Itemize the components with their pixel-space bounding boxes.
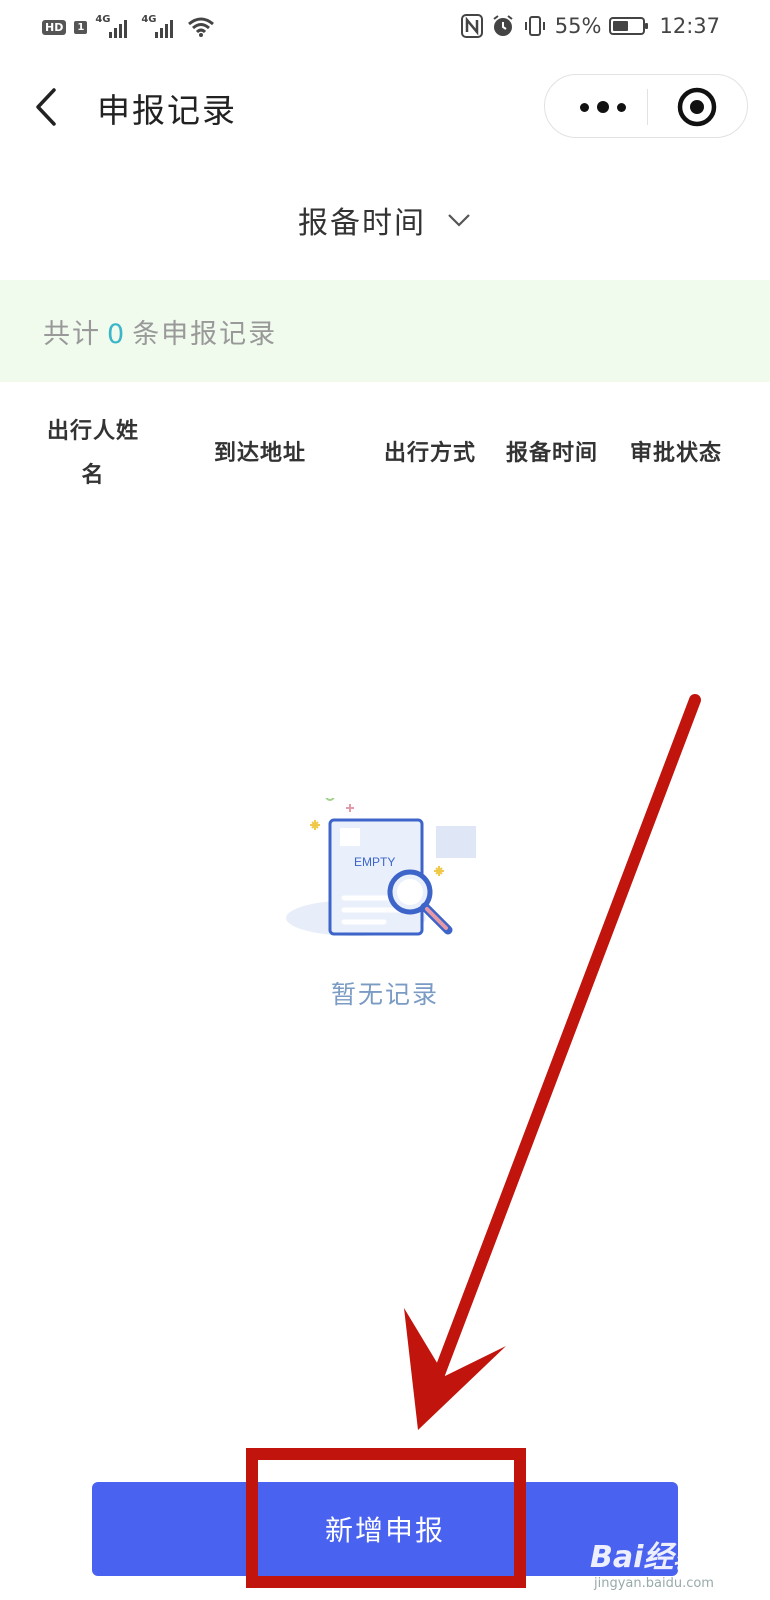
record-count: 0 — [107, 319, 127, 350]
vibrate-icon — [524, 16, 545, 36]
summary-prefix: 共计 — [43, 319, 101, 350]
capsule-divider — [647, 89, 648, 125]
battery-icon — [609, 17, 649, 35]
record-summary: 共计 0 条申报记录 — [0, 280, 770, 382]
column-header: 报备时间 — [505, 441, 598, 466]
sim-badge: 1 — [74, 20, 88, 34]
page-title: 申报记录 — [97, 91, 237, 130]
watermark-sub: jingyan.baidu.com — [594, 1576, 714, 1591]
signal-icon: 4G — [95, 14, 133, 40]
wifi-icon — [188, 17, 215, 37]
mini-program-capsule — [544, 74, 748, 138]
more-dots-icon[interactable] — [563, 81, 643, 133]
nfc-icon — [460, 14, 483, 38]
baidu-jingyan-watermark: Bai经验 jingyan.baidu.com — [590, 1532, 714, 1591]
alarm-icon — [493, 15, 513, 36]
table-header: 出行人姓名 到达地址 出行方式 报备时间 审批状态 — [0, 410, 770, 510]
column-header: 到达地址 — [213, 441, 306, 466]
filter-label: 报备时间 — [298, 206, 426, 241]
status-left: HD 1 4G 4G — [42, 14, 215, 40]
signal-label: 4G — [141, 14, 157, 25]
time-filter-dropdown[interactable]: 报备时间 — [0, 180, 770, 260]
summary-suffix: 条申报记录 — [132, 319, 278, 350]
battery-percent: 55% — [554, 14, 602, 38]
empty-illustration-text: EMPTY — [354, 855, 395, 869]
column-header: 出行人姓名 — [46, 419, 139, 488]
chevron-down-icon — [448, 214, 470, 227]
column-header: 出行方式 — [383, 441, 476, 466]
nav-bar: 申报记录 — [0, 62, 770, 152]
signal-label: 4G — [95, 14, 111, 25]
signal-icon: 4G — [141, 14, 179, 40]
column-header: 审批状态 — [629, 441, 722, 466]
chevron-left-icon[interactable] — [28, 84, 68, 130]
annotation-highlight-box — [246, 1448, 526, 1588]
empty-message: 暂无记录 — [330, 980, 439, 1009]
watermark-text: Bai经验 — [590, 1540, 704, 1575]
target-circle-icon[interactable] — [673, 83, 721, 131]
clock: 12:37 — [659, 14, 720, 38]
empty-document-icon: EMPTY — [286, 798, 476, 936]
hd-badge: HD — [42, 19, 67, 35]
status-right: 55% 12:37 — [460, 14, 720, 38]
status-bar: HD 1 4G 4G 55% 12:37 — [0, 0, 770, 58]
